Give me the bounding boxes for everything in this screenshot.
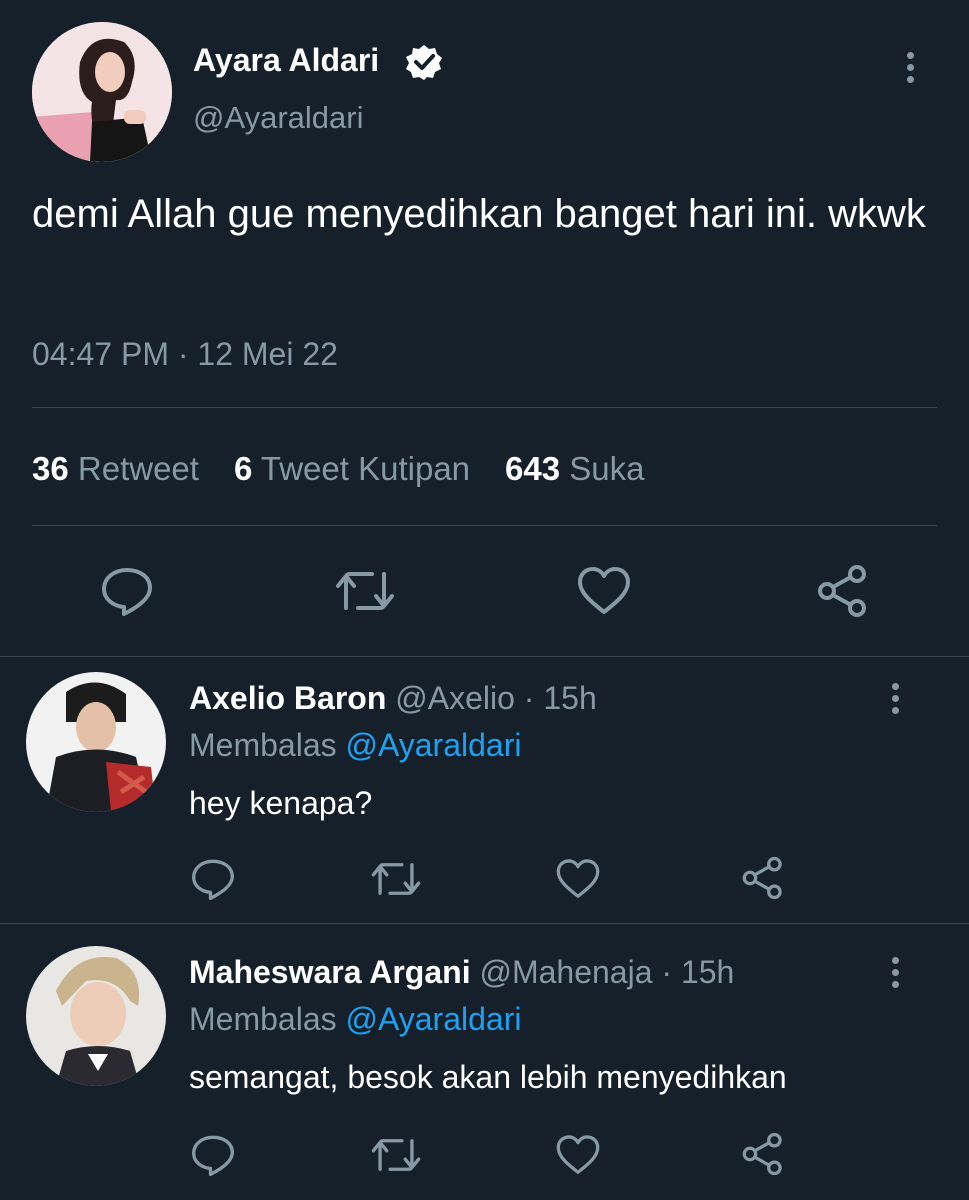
tweet-stats: 36 Retweet 6 Tweet Kutipan 643 Suka bbox=[32, 447, 644, 491]
like-icon[interactable] bbox=[555, 858, 601, 900]
reply-header: Axelio Baron @Axelio · 15h bbox=[189, 677, 597, 719]
reply-author-name[interactable]: Maheswara Argani bbox=[189, 954, 471, 990]
avatar[interactable] bbox=[26, 672, 166, 812]
verified-badge-icon bbox=[404, 42, 444, 82]
replying-to: Membalas @Ayaraldari bbox=[189, 727, 522, 763]
reply-handle-time[interactable]: @Axelio · 15h bbox=[395, 680, 596, 716]
reply-handle-time[interactable]: @Mahenaja · 15h bbox=[479, 954, 734, 990]
reply-text: semangat, besok akan lebih menyedihkan bbox=[189, 1059, 787, 1095]
share-icon[interactable] bbox=[740, 856, 786, 900]
author-handle[interactable]: @Ayaraldari bbox=[193, 98, 363, 138]
avatar[interactable] bbox=[32, 22, 172, 162]
retweet-icon[interactable] bbox=[334, 566, 396, 616]
divider bbox=[32, 525, 937, 526]
reply-header: Maheswara Argani @Mahenaja · 15h bbox=[189, 951, 734, 993]
more-options-icon[interactable] bbox=[907, 52, 914, 88]
like-icon[interactable] bbox=[576, 566, 632, 616]
divider bbox=[32, 407, 937, 408]
replying-to: Membalas @Ayaraldari bbox=[189, 1001, 522, 1037]
reply-icon[interactable] bbox=[100, 566, 154, 616]
retweet-count[interactable]: 36 Retweet bbox=[32, 450, 199, 487]
reply-icon[interactable] bbox=[190, 858, 236, 900]
mention-link[interactable]: @Ayaraldari bbox=[346, 727, 522, 763]
reply-icon[interactable] bbox=[190, 1134, 236, 1176]
like-count[interactable]: 643 Suka bbox=[505, 450, 644, 487]
share-icon[interactable] bbox=[740, 1132, 786, 1176]
tweet-text: demi Allah gue menyedihkan banget hari i… bbox=[32, 192, 926, 236]
more-options-icon[interactable] bbox=[892, 957, 899, 993]
avatar[interactable] bbox=[26, 946, 166, 1086]
tweet-timestamp[interactable]: 04:47 PM · 12 Mei 22 bbox=[32, 334, 338, 374]
retweet-icon[interactable] bbox=[370, 1134, 422, 1176]
divider bbox=[0, 923, 969, 924]
retweet-icon[interactable] bbox=[370, 858, 422, 900]
reply-author-name[interactable]: Axelio Baron bbox=[189, 680, 386, 716]
divider bbox=[0, 656, 969, 657]
like-icon[interactable] bbox=[555, 1134, 601, 1176]
share-icon[interactable] bbox=[815, 564, 871, 618]
quote-count[interactable]: 6 Tweet Kutipan bbox=[234, 450, 470, 487]
author-name[interactable]: Ayara Aldari bbox=[193, 40, 379, 80]
reply-text: hey kenapa? bbox=[189, 785, 373, 821]
more-options-icon[interactable] bbox=[892, 683, 899, 719]
mention-link[interactable]: @Ayaraldari bbox=[346, 1001, 522, 1037]
